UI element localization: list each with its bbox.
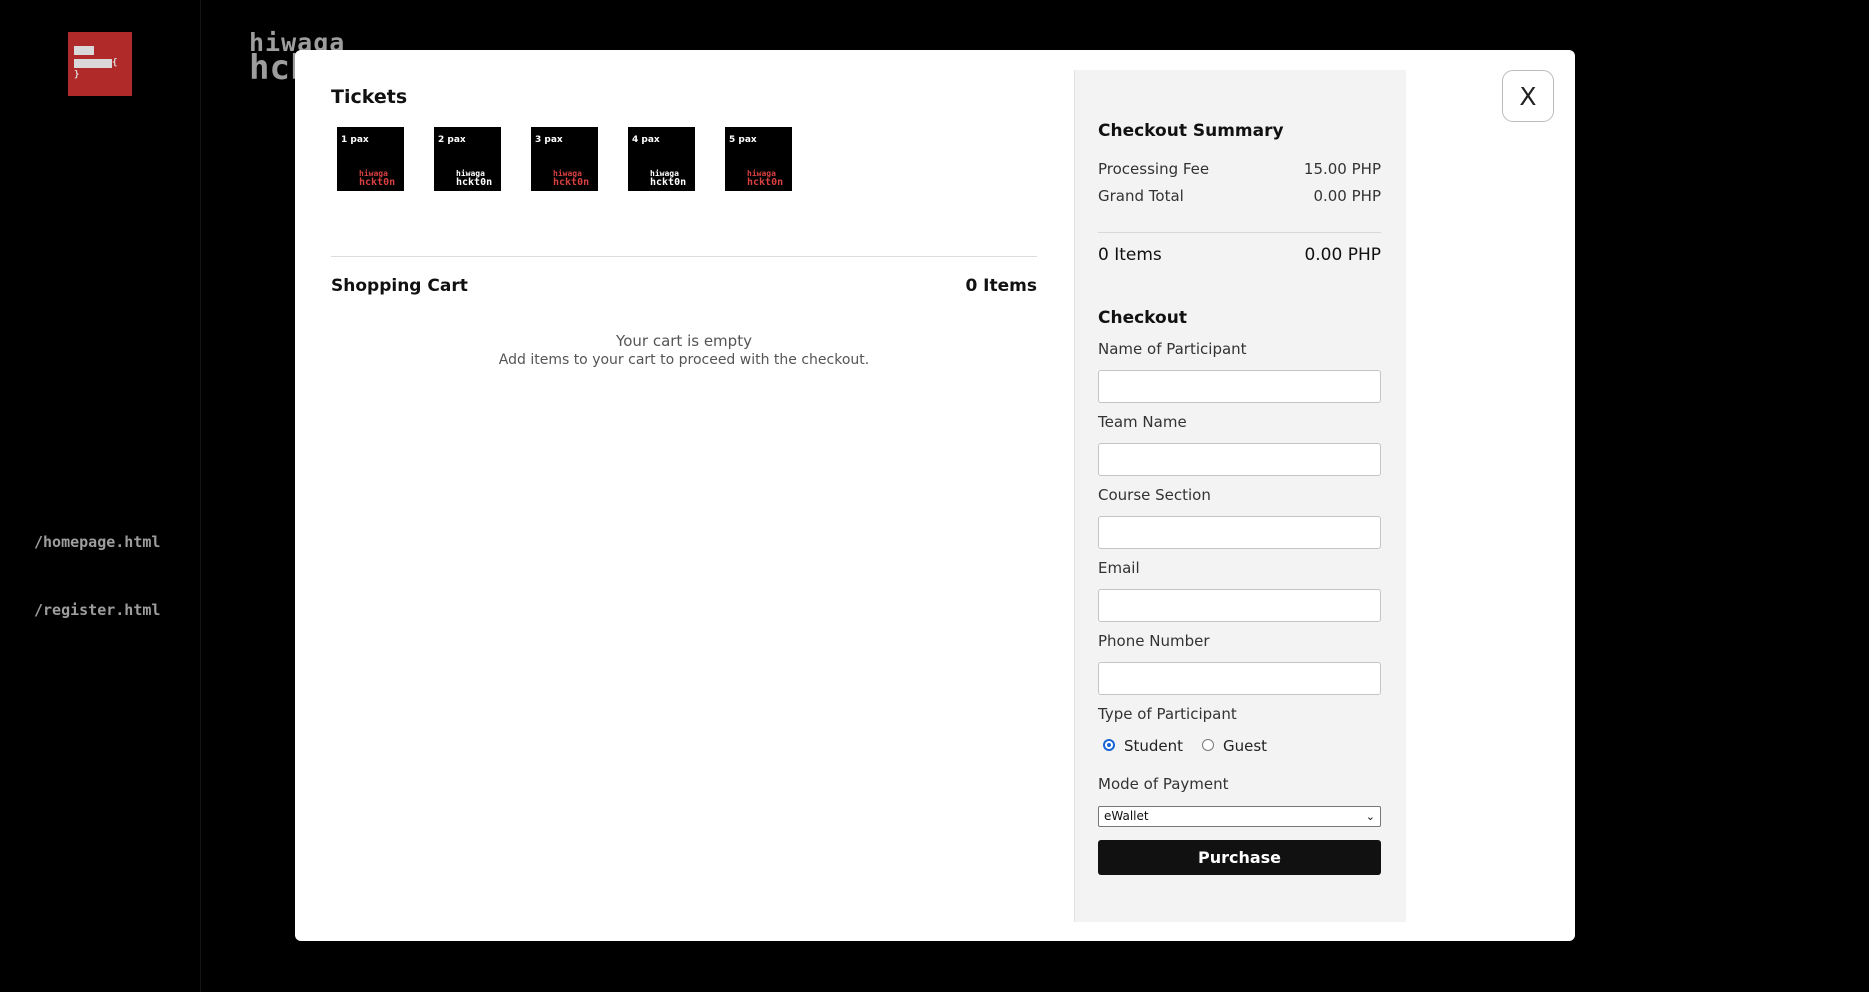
divider <box>331 256 1037 257</box>
ticket-pax-label: 1 pax <box>341 135 369 145</box>
processing-fee-value: 15.00 PHP <box>1303 160 1381 178</box>
chevron-down-icon: ⌄ <box>1365 810 1375 823</box>
checkout-heading: Checkout <box>1098 308 1187 328</box>
ticket-brand-bottom: hckt0n <box>456 177 493 188</box>
payment-mode-select[interactable]: eWallet ⌄ <box>1098 806 1381 827</box>
radio-student-label[interactable]: Student <box>1124 737 1183 755</box>
ticket-pax-label: 2 pax <box>438 135 466 145</box>
site-logo[interactable]: { } <box>68 32 132 96</box>
participant-type-label: Type of Participant <box>1098 705 1237 723</box>
purchase-button[interactable]: Purchase <box>1098 840 1381 875</box>
ticket-brand-bottom: hckt0n <box>650 177 687 188</box>
participant-name-label: Name of Participant <box>1098 340 1247 358</box>
checkout-summary-heading: Checkout Summary <box>1098 121 1284 141</box>
phone-number-label: Phone Number <box>1098 632 1210 650</box>
ticket-3-pax[interactable]: 3 pax hiwaga hckt0n <box>531 127 598 191</box>
phone-number-input[interactable] <box>1098 662 1381 695</box>
ticket-2-pax[interactable]: 2 pax hiwaga hckt0n <box>434 127 501 191</box>
participant-name-input[interactable] <box>1098 370 1381 403</box>
summary-items-label: 0 Items <box>1098 245 1162 265</box>
ticket-brand-bottom: hckt0n <box>553 177 590 188</box>
summary-items-value: 0.00 PHP <box>1304 245 1381 265</box>
email-input[interactable] <box>1098 589 1381 622</box>
grand-total-label: Grand Total <box>1098 187 1184 205</box>
radio-student[interactable] <box>1103 739 1115 751</box>
logo-brace-close: } <box>74 70 80 80</box>
empty-cart-message: Add items to your cart to proceed with t… <box>498 352 870 368</box>
course-section-input[interactable] <box>1098 516 1381 549</box>
ticket-brand-bottom: hckt0n <box>747 177 784 188</box>
logo-bar-long <box>74 59 112 68</box>
ticket-pax-label: 4 pax <box>632 135 660 145</box>
ticket-5-pax[interactable]: 5 pax hiwaga hckt0n <box>725 127 792 191</box>
ticket-pax-label: 3 pax <box>535 135 563 145</box>
nav-link-homepage[interactable]: /homepage.html <box>34 533 160 551</box>
ticket-brand-bottom: hckt0n <box>359 177 396 188</box>
radio-guest[interactable] <box>1202 739 1214 751</box>
nav-link-register[interactable]: /register.html <box>34 601 160 619</box>
shopping-cart-heading: Shopping Cart <box>331 276 468 296</box>
course-section-label: Course Section <box>1098 486 1211 504</box>
cart-item-count: 0 Items <box>965 276 1037 296</box>
background-sidebar <box>0 0 201 992</box>
processing-fee-label: Processing Fee <box>1098 160 1210 178</box>
team-name-label: Team Name <box>1098 413 1187 431</box>
close-button[interactable]: X <box>1502 70 1554 122</box>
summary-divider <box>1098 232 1381 233</box>
logo-brace-open: { <box>112 58 118 68</box>
empty-cart-title: Your cart is empty <box>616 332 752 350</box>
ticket-1-pax[interactable]: 1 pax hiwaga hckt0n <box>337 127 404 191</box>
payment-mode-label: Mode of Payment <box>1098 775 1229 793</box>
team-name-input[interactable] <box>1098 443 1381 476</box>
tickets-heading: Tickets <box>331 86 408 108</box>
grand-total-value: 0.00 PHP <box>1313 187 1381 205</box>
email-label: Email <box>1098 559 1140 577</box>
logo-bar-short <box>74 46 94 55</box>
ticket-4-pax[interactable]: 4 pax hiwaga hckt0n <box>628 127 695 191</box>
radio-guest-label[interactable]: Guest <box>1223 737 1267 755</box>
payment-mode-value: eWallet <box>1104 809 1149 823</box>
ticket-pax-label: 5 pax <box>729 135 757 145</box>
